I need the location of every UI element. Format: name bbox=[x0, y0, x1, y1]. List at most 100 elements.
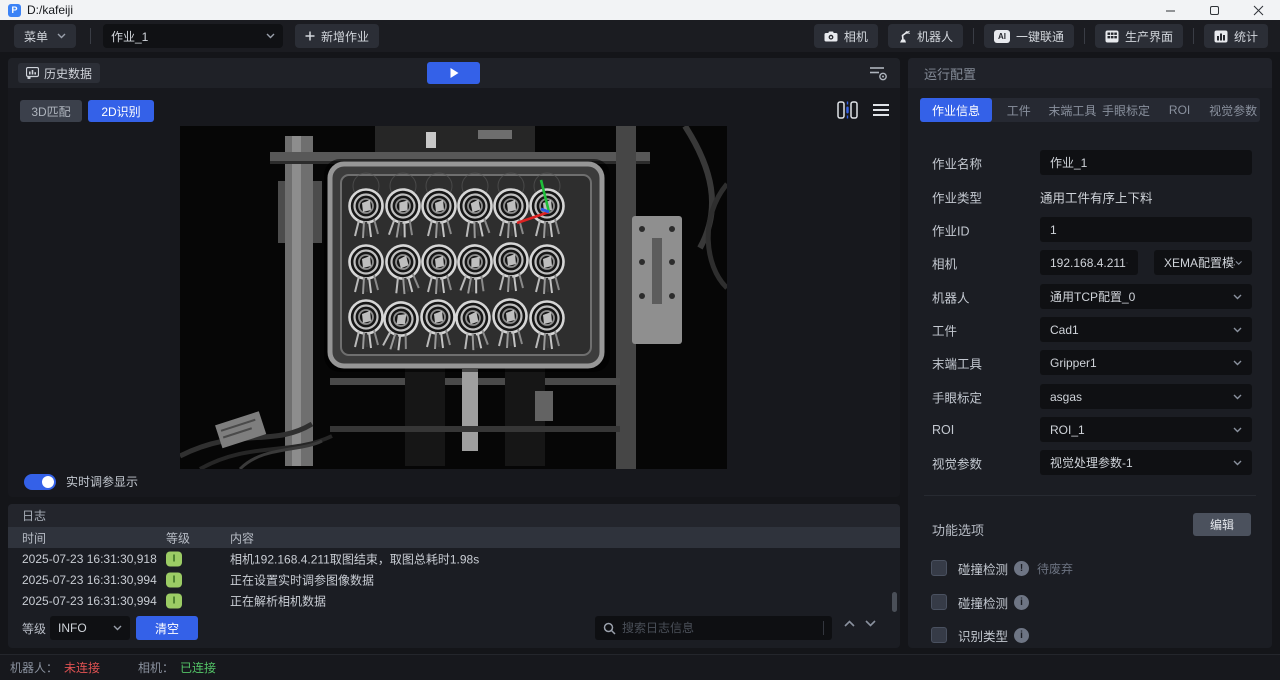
vision-view-panel: 3D匹配 2D识别 实时调参显示 bbox=[8, 88, 900, 497]
tab-vision-params[interactable]: 视觉参数 bbox=[1206, 98, 1260, 122]
end-tool-value: Gripper1 bbox=[1050, 355, 1097, 370]
col-level: 等级 bbox=[166, 531, 191, 545]
toolbar-divider bbox=[972, 28, 974, 44]
chevron-down-icon bbox=[57, 33, 66, 39]
feature-label: 碰撞检测 bbox=[958, 596, 1009, 611]
edit-button[interactable]: 编辑 bbox=[1193, 513, 1251, 536]
menu-button[interactable]: 菜单 bbox=[14, 24, 76, 48]
hand-eye-select[interactable]: asgas bbox=[1040, 384, 1252, 409]
search-icon bbox=[603, 622, 616, 635]
tab-end-tool[interactable]: 末端工具 bbox=[1046, 98, 1100, 122]
robot-select[interactable]: 通用TCP配置_0 bbox=[1040, 284, 1252, 309]
recognition-type-checkbox[interactable] bbox=[931, 627, 947, 643]
toolbar-divider bbox=[1083, 28, 1085, 44]
status-bar: 机器人： 未连接 相机： 已连接 bbox=[0, 654, 1280, 680]
tab-2d-recognition[interactable]: 2D识别 bbox=[88, 100, 154, 122]
run-config-panel: 运行配置 作业信息 工件 末端工具 手眼标定 ROI 视觉参数 作业名称 作业类… bbox=[908, 58, 1272, 648]
log-scrollbar[interactable] bbox=[892, 592, 897, 612]
job-name-input[interactable] bbox=[1050, 155, 1242, 170]
col-content: 内容 bbox=[230, 531, 255, 545]
end-tool-field-label: 末端工具 bbox=[932, 357, 983, 371]
robot-status-value: 未连接 bbox=[64, 661, 101, 675]
camera-field-label: 相机 bbox=[932, 257, 958, 271]
history-data-button[interactable]: 历史数据 bbox=[18, 63, 101, 83]
log-time: 2025-07-23 16:31:30,918 bbox=[22, 551, 157, 566]
search-next-icon[interactable] bbox=[865, 620, 876, 627]
minimize-icon[interactable] bbox=[1148, 0, 1192, 20]
compare-view-icon[interactable] bbox=[837, 101, 858, 119]
info-icon[interactable]: i bbox=[1014, 627, 1030, 643]
vision-params-value: 视觉处理参数-1 bbox=[1050, 456, 1133, 470]
close-icon[interactable] bbox=[1236, 0, 1280, 20]
app-logo-icon: P bbox=[8, 3, 21, 17]
tab-job-info[interactable]: 作业信息 bbox=[920, 98, 993, 122]
production-ui-button[interactable]: 生产界面 bbox=[1094, 24, 1183, 48]
log-content: 正在设置实时调参图像数据 bbox=[230, 573, 375, 587]
one-key-link-button[interactable]: AI 一键联通 bbox=[983, 24, 1074, 48]
live-tuning-toggle[interactable] bbox=[24, 473, 56, 490]
one-key-link-label: 一键联通 bbox=[1015, 29, 1064, 44]
camera-status-value: 已连接 bbox=[180, 661, 217, 675]
camera-ip-value: 192.168.4.211 bbox=[1050, 255, 1126, 270]
job-id-input[interactable] bbox=[1050, 222, 1242, 237]
chevron-down-icon bbox=[266, 33, 275, 39]
search-prev-icon[interactable] bbox=[844, 620, 855, 627]
log-row[interactable]: 2025-07-23 16:31:30,994 I 正在设置实时调参图像数据 bbox=[8, 569, 900, 590]
chevron-down-icon bbox=[1233, 327, 1242, 332]
titlebar: P D:/kafeiji bbox=[0, 0, 1280, 20]
robot-arm-icon bbox=[899, 30, 910, 42]
warning-icon[interactable]: ! bbox=[1014, 560, 1030, 576]
grid-icon bbox=[1105, 30, 1119, 42]
robot-button-label: 机器人 bbox=[916, 29, 953, 44]
log-title: 日志 bbox=[8, 504, 900, 527]
log-level-badge: I bbox=[166, 572, 182, 587]
chevron-down-icon bbox=[1233, 427, 1242, 432]
collision-check2-checkbox[interactable] bbox=[931, 594, 947, 610]
add-job-button[interactable]: 新增作业 bbox=[295, 24, 380, 48]
chevron-down-icon bbox=[1233, 294, 1242, 299]
camera-status-label: 相机： bbox=[138, 661, 175, 675]
statistics-label: 统计 bbox=[1233, 29, 1258, 44]
collision-check-checkbox[interactable] bbox=[931, 560, 947, 576]
end-tool-select[interactable]: Gripper1 bbox=[1040, 350, 1252, 375]
maximize-icon[interactable] bbox=[1192, 0, 1236, 20]
chevron-down-icon bbox=[1235, 260, 1242, 265]
camera-template-select[interactable]: XEMA配置模板- bbox=[1154, 250, 1252, 275]
tab-hand-eye[interactable]: 手眼标定 bbox=[1099, 98, 1153, 122]
info-icon[interactable]: i bbox=[1014, 594, 1030, 610]
main-toolbar: 菜单 作业_1 新增作业 相机 机器人 AI 一键联通 生产界面 统计 bbox=[0, 20, 1280, 52]
tab-roi[interactable]: ROI bbox=[1153, 98, 1207, 122]
log-search-input[interactable] bbox=[622, 621, 817, 635]
level-filter-select[interactable]: INFO bbox=[50, 616, 130, 640]
job-type-label: 作业类型 bbox=[932, 191, 983, 205]
menu-list-icon[interactable] bbox=[872, 103, 890, 117]
col-time: 时间 bbox=[22, 531, 47, 545]
level-filter-label: 等级 bbox=[22, 622, 47, 636]
hand-eye-value: asgas bbox=[1050, 389, 1083, 404]
camera-ip-select[interactable]: 192.168.4.211 bbox=[1040, 250, 1138, 275]
robot-button[interactable]: 机器人 bbox=[887, 24, 963, 48]
workpiece-select[interactable]: Cad1 bbox=[1040, 317, 1252, 342]
clear-log-button[interactable]: 清空 bbox=[136, 616, 198, 640]
roi-select[interactable]: ROI_1 bbox=[1040, 417, 1252, 442]
log-row[interactable]: 2025-07-23 16:31:30,918 I 相机192.168.4.21… bbox=[8, 548, 900, 569]
job-select[interactable]: 作业_1 bbox=[103, 24, 283, 48]
robot-status-label: 机器人： bbox=[10, 661, 59, 675]
bar-chart-icon bbox=[1214, 30, 1228, 42]
camera-button[interactable]: 相机 bbox=[813, 24, 878, 48]
ai-icon: AI bbox=[993, 29, 1010, 43]
run-button[interactable] bbox=[427, 62, 480, 84]
tab-3d-match[interactable]: 3D匹配 bbox=[20, 100, 82, 122]
tab-workpiece[interactable]: 工件 bbox=[992, 98, 1046, 122]
vision-params-select[interactable]: 视觉处理参数-1 bbox=[1040, 450, 1252, 475]
feature-row: 碰撞检测 ! 待废弃 bbox=[908, 559, 1272, 577]
camera-image bbox=[180, 126, 727, 469]
chevron-down-icon bbox=[113, 625, 122, 631]
statistics-button[interactable]: 统计 bbox=[1203, 24, 1268, 48]
window-title: D:/kafeiji bbox=[27, 3, 74, 17]
log-row[interactable]: 2025-07-23 16:31:30,994 I 正在解析相机数据 bbox=[8, 590, 900, 611]
workpiece-field-label: 工件 bbox=[932, 324, 958, 338]
search-divider bbox=[823, 621, 824, 635]
run-settings-icon[interactable] bbox=[868, 64, 888, 87]
log-search-box bbox=[595, 616, 832, 640]
